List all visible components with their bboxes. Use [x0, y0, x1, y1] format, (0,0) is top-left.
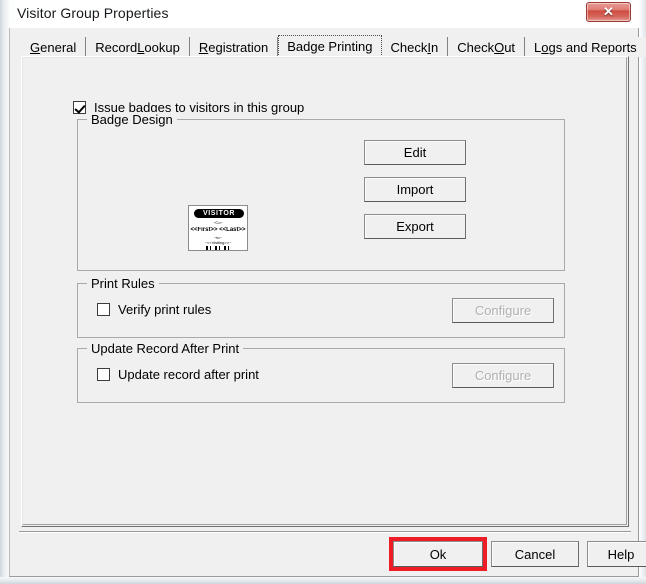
badge-design-group: Badge Design — [77, 112, 565, 271]
help-button[interactable]: Help — [587, 541, 646, 567]
verify-print-rules-label: Verify print rules — [118, 302, 212, 317]
update-record-group-title: Update Record After Print — [87, 341, 244, 356]
cancel-button[interactable]: Cancel — [491, 541, 579, 567]
badge-preview-line-1: ~Co~ — [213, 220, 223, 225]
tab-general[interactable]: General — [21, 37, 87, 57]
update-record-checkbox[interactable] — [97, 368, 110, 381]
close-icon: ✕ — [603, 4, 614, 19]
badge-preview-banner: VISITOR — [194, 209, 244, 218]
dialog-window: Visitor Group Properties ✕ General Recor… — [0, 0, 646, 584]
ok-button[interactable]: Ok — [393, 541, 483, 567]
close-button[interactable]: ✕ — [586, 2, 631, 22]
update-record-checkbox-row[interactable]: Update record after print — [97, 367, 259, 382]
print-rules-configure-button[interactable]: Configure — [452, 298, 554, 323]
badge-preview-thumbnail[interactable]: VISITOR ~Co~ <<First>> <<Last>> ~to~ ~<<… — [188, 205, 248, 251]
tab-record-lookup[interactable]: Record Lookup — [86, 37, 190, 57]
tab-check-in[interactable]: Check In — [381, 37, 449, 57]
export-button[interactable]: Export — [364, 214, 466, 239]
window-frame-left — [0, 0, 9, 584]
update-record-label: Update record after print — [118, 367, 259, 382]
window-title: Visitor Group Properties — [17, 5, 169, 21]
tab-badge-printing[interactable]: Badge Printing — [278, 35, 382, 57]
window-frame-right — [639, 0, 646, 584]
issue-badges-checkbox[interactable] — [73, 101, 86, 114]
update-record-configure-button[interactable]: Configure — [452, 363, 554, 388]
verify-print-rules-checkbox[interactable] — [97, 303, 110, 316]
tab-strip: General Record Lookup Registration Badge… — [21, 35, 646, 57]
window-frame-bottom — [0, 577, 646, 584]
badge-design-group-title: Badge Design — [87, 112, 177, 127]
badge-preview-line-4: ~<<Visiting>>~ — [204, 240, 232, 245]
badge-preview-barcode-icon — [206, 246, 232, 250]
import-button[interactable]: Import — [364, 177, 466, 202]
tab-registration[interactable]: Registration — [189, 37, 279, 57]
tab-page-badge-printing: Issue badges to visitors in this group B… — [21, 56, 629, 527]
verify-print-rules-checkbox-row[interactable]: Verify print rules — [97, 302, 211, 317]
edit-button[interactable]: Edit — [364, 140, 466, 165]
footer-separator — [19, 531, 631, 533]
badge-preview-line-2: <<First>> <<Last>> — [190, 227, 246, 233]
tab-logs-and-reports[interactable]: Lo gs and Reports — [525, 37, 646, 57]
title-bar[interactable]: Visitor Group Properties ✕ — [9, 0, 639, 28]
tab-check-out[interactable]: Check Out — [448, 37, 526, 57]
dialog-client-area: General Record Lookup Registration Badge… — [9, 28, 646, 577]
print-rules-group-title: Print Rules — [87, 276, 159, 291]
